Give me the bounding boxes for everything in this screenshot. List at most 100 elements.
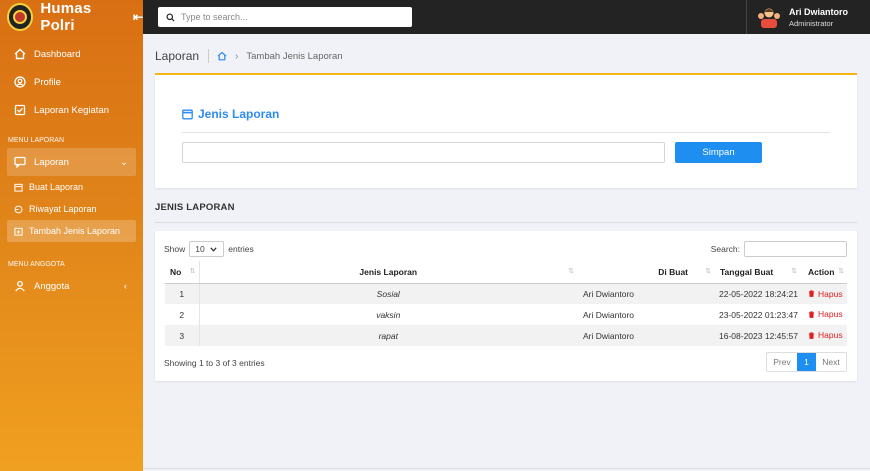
- user-menu[interactable]: Ari Dwiantoro Administrator: [746, 0, 870, 34]
- sort-icon: ⇅: [838, 268, 844, 275]
- sidebar-item-buat-laporan[interactable]: Buat Laporan: [0, 176, 143, 198]
- table-row: 1 Sosial Ari Dwiantoro 22-05-2022 18:24:…: [165, 283, 847, 304]
- menu-anggota-heading: MENU ANGGOTA: [8, 260, 65, 268]
- trash-icon: [808, 311, 815, 318]
- footer-divider: [143, 468, 870, 469]
- sidebar-item-laporan[interactable]: Laporan ⌄: [7, 148, 136, 176]
- calendar-icon: [14, 183, 23, 192]
- window-icon: [182, 109, 193, 119]
- search-placeholder: Type to search...: [181, 12, 248, 22]
- page-1-button[interactable]: 1: [797, 353, 816, 371]
- cell-di-buat: Ari Dwiantoro: [583, 309, 635, 320]
- topbar: Type to search... Ari Dwiantoro Administ…: [143, 0, 870, 34]
- hapus-button[interactable]: Hapus: [808, 289, 843, 299]
- search-icon: [166, 12, 175, 22]
- jenis-laporan-table: No ⇅ Jenis Laporan ⇅ Di Buat ⇅ Tanggal Buat…: [165, 261, 847, 346]
- home-icon: [14, 48, 26, 60]
- cell-tanggal: 23-05-2022 01:23:47: [719, 309, 798, 320]
- simpan-button[interactable]: Simpan: [675, 142, 762, 163]
- page-length-value: 10: [195, 244, 205, 254]
- cell-action: Hapus: [800, 283, 847, 304]
- table-search-input[interactable]: [744, 241, 847, 257]
- sidebar-toggle-icon[interactable]: ⇤: [133, 10, 143, 24]
- column-label: Tanggal Buat: [720, 266, 774, 277]
- sidebar-item-tambah-jenis-laporan[interactable]: Tambah Jenis Laporan: [7, 220, 136, 242]
- hapus-button[interactable]: Hapus: [808, 309, 843, 319]
- column-header-jenis[interactable]: Jenis Laporan ⇅: [198, 261, 577, 284]
- trash-icon: [808, 332, 815, 339]
- jenis-laporan-form-card: Jenis Laporan Simpan: [155, 73, 857, 188]
- cell-jenis: Sosial: [198, 283, 577, 304]
- sidebar-item-riwayat-laporan[interactable]: Riwayat Laporan: [0, 198, 143, 220]
- hapus-label: Hapus: [818, 309, 843, 320]
- sidebar-item-label: Anggota: [34, 280, 70, 292]
- global-search-input[interactable]: Type to search...: [158, 7, 412, 27]
- jenis-laporan-table-card: Show 10 entries Search: No ⇅ Jenis Lapora…: [155, 231, 857, 381]
- search-label: Search:: [710, 244, 740, 254]
- sidebar: Humas Polri ⇤ Dashboard Profile Laporan …: [0, 0, 143, 471]
- police-logo: [7, 3, 34, 31]
- breadcrumb-current: Tambah Jenis Laporan: [246, 50, 343, 62]
- cell-jenis: vaksin: [198, 304, 577, 325]
- divider: [182, 132, 830, 133]
- sort-icon: ⇅: [791, 268, 797, 275]
- table-search-control: Search:: [711, 241, 847, 257]
- cell-no: 3: [165, 325, 199, 346]
- chat-icon: [14, 156, 26, 168]
- chevron-down-icon: ⌄: [120, 156, 128, 168]
- table-row: 2 vaksin Ari Dwiantoro 23-05-2022 01:23:…: [165, 304, 847, 325]
- person-icon: [15, 280, 25, 292]
- hapus-label: Hapus: [818, 330, 843, 341]
- calendar-plus-icon: [14, 227, 23, 236]
- sidebar-item-label: Laporan: [34, 156, 69, 168]
- breadcrumb: Laporan › Tambah Jenis Laporan: [155, 44, 343, 68]
- column-header-action[interactable]: Action ⇅: [800, 261, 847, 284]
- brand: Humas Polri ⇤: [0, 0, 143, 34]
- avatar: [757, 6, 781, 28]
- column-label: Action: [808, 266, 835, 277]
- sidebar-item-profile[interactable]: Profile: [0, 68, 143, 96]
- next-page-button[interactable]: Next: [816, 353, 846, 371]
- home-icon[interactable]: [217, 51, 227, 61]
- cell-di-buat: Ari Dwiantoro: [577, 325, 714, 346]
- sidebar-item-label: Laporan Kegiatan: [34, 104, 110, 116]
- table-row: 3 rapat Ari Dwiantoro 16-08-2023 12:45:5…: [165, 325, 847, 346]
- trash-icon: [808, 290, 815, 297]
- cell-action: Hapus: [800, 325, 847, 346]
- history-icon: [14, 205, 23, 213]
- user-name: Ari Dwiantoro: [789, 6, 849, 17]
- sort-icon: ⇅: [568, 268, 574, 275]
- column-header-tanggal[interactable]: Tanggal Buat ⇅: [714, 261, 800, 284]
- section-title: JENIS LAPORAN: [155, 202, 235, 213]
- column-label: No: [170, 266, 182, 277]
- brand-title: Humas Polri: [40, 0, 92, 34]
- prev-page-button[interactable]: Prev: [767, 353, 797, 371]
- pagination: Prev 1 Next: [766, 352, 847, 372]
- sidebar-item-anggota[interactable]: Anggota ‹: [0, 272, 143, 300]
- sidebar-item-label: Riwayat Laporan: [29, 204, 97, 214]
- column-header-no[interactable]: No ⇅: [165, 261, 199, 284]
- column-header-di-buat[interactable]: Di Buat ⇅: [577, 261, 714, 284]
- hapus-button[interactable]: Hapus: [808, 330, 843, 340]
- cell-tanggal: 16-08-2023 12:45:57: [714, 325, 800, 346]
- form-heading: Jenis Laporan: [182, 107, 279, 121]
- column-label: Di Buat: [658, 266, 688, 277]
- page-length-select[interactable]: 10: [189, 241, 225, 257]
- show-label: Show: [164, 244, 186, 254]
- table-info: Showing 1 to 3 of 3 entries: [164, 358, 265, 368]
- entries-label: entries: [228, 244, 254, 254]
- sidebar-item-dashboard[interactable]: Dashboard: [0, 40, 143, 68]
- sidebar-item-label: Dashboard: [34, 48, 81, 60]
- checkbox-icon: [14, 104, 26, 116]
- sidebar-item-label: Tambah Jenis Laporan: [29, 226, 121, 236]
- sidebar-item-label: Buat Laporan: [29, 182, 84, 192]
- chevron-left-icon: ‹: [123, 280, 127, 292]
- sidebar-item-laporan-kegiatan[interactable]: Laporan Kegiatan: [0, 96, 143, 124]
- sort-icon: ⇅: [705, 268, 711, 275]
- cell-no: 1: [165, 283, 199, 304]
- divider: [155, 222, 857, 223]
- sort-icon: ⇅: [189, 268, 196, 275]
- cell-no: 2: [179, 309, 185, 320]
- form-heading-text: Jenis Laporan: [198, 107, 280, 121]
- jenis-laporan-input[interactable]: [182, 142, 665, 163]
